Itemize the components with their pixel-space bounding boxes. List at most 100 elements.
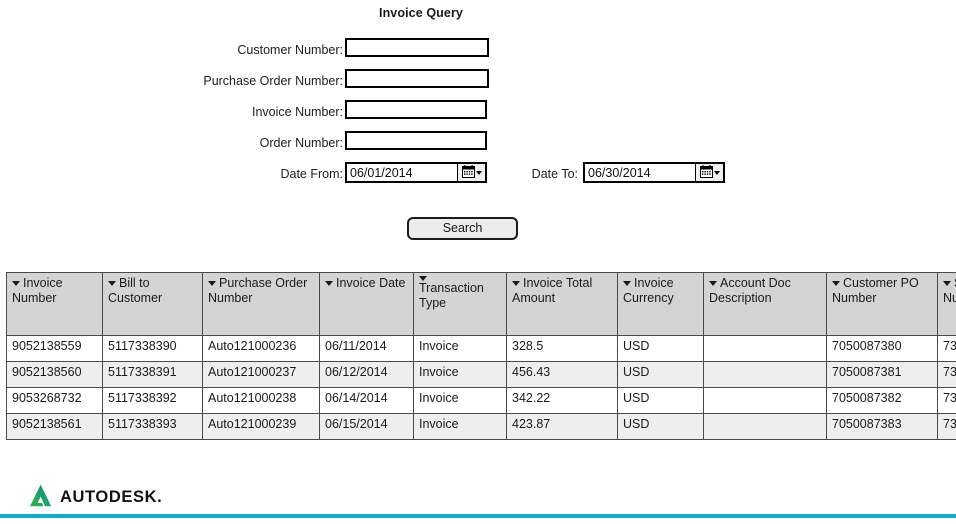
sort-caret-icon <box>832 281 840 286</box>
cell-bill-to-customer: 5117338393 <box>102 413 203 440</box>
cell-customer-po-number: 7050087380 <box>826 335 938 362</box>
column-header-invoice-total-amount[interactable]: Invoice Total Amount <box>506 272 618 336</box>
date-from-label: Date From: <box>280 167 343 181</box>
cell-customer-po-number: 7050087382 <box>826 387 938 414</box>
cell-invoice-date: 06/15/2014 <box>319 413 414 440</box>
cell-customer-po-number: 7050087383 <box>826 413 938 440</box>
cell-purchase-order-number: Auto121000239 <box>202 413 320 440</box>
column-label: Customer PO Number <box>832 276 919 305</box>
cell-invoice-number: 9052138559 <box>6 335 103 362</box>
order-number-label: Order Number: <box>259 136 343 150</box>
invoice-query-form: Customer Number: Purchase Order Number: … <box>0 38 956 193</box>
cell-invoice-number: 9053268732 <box>6 387 103 414</box>
date-to-picker-button[interactable] <box>695 164 723 181</box>
form-row-date-range: Date From: 06/01/2014 Date To: 06/30/201… <box>0 162 956 193</box>
sort-caret-icon <box>709 281 717 286</box>
cell-sales-order-number: 7355403750 <box>937 335 956 362</box>
column-label: Account Doc Description <box>709 276 791 305</box>
date-to-input[interactable] <box>585 164 695 181</box>
form-row-purchase-order-number: Purchase Order Number: <box>0 69 956 100</box>
sort-caret-icon <box>943 281 951 286</box>
search-button[interactable]: Search <box>407 217 518 240</box>
page-footer: AUTODESK. <box>0 457 956 524</box>
column-label: Purchase Order Number <box>208 276 308 305</box>
column-header-account-doc-description[interactable]: Account Doc Description <box>703 272 827 336</box>
invoice-number-label: Invoice Number: <box>251 105 343 119</box>
form-row-customer-number: Customer Number: <box>0 38 956 69</box>
cell-invoice-date: 06/12/2014 <box>319 361 414 388</box>
column-header-bill-to-customer[interactable]: Bill to Customer <box>102 272 203 336</box>
cell-invoice-total-amount: 456.43 <box>506 361 618 388</box>
cell-purchase-order-number: Auto121000236 <box>202 335 320 362</box>
column-header-transaction-type[interactable]: Transaction Type <box>413 272 507 336</box>
invoice-number-input[interactable] <box>345 100 487 119</box>
cell-account-doc-description <box>703 361 827 388</box>
cell-bill-to-customer: 5117338390 <box>102 335 203 362</box>
cell-invoice-date: 06/14/2014 <box>319 387 414 414</box>
cell-bill-to-customer: 5117338392 <box>102 387 203 414</box>
invoice-results-table: Invoice Number Bill to Customer Purchase… <box>6 272 956 440</box>
table-row[interactable]: 9052138560 5117338391 Auto121000237 06/1… <box>6 361 956 388</box>
sort-caret-icon <box>325 281 333 286</box>
date-to-label: Date To: <box>531 167 578 181</box>
purchase-order-number-label: Purchase Order Number: <box>203 74 343 88</box>
column-label: Invoice Total Amount <box>512 276 593 305</box>
cell-transaction-type: Invoice <box>413 335 507 362</box>
column-header-invoice-currency[interactable]: Invoice Currency <box>617 272 704 336</box>
cell-transaction-type: Invoice <box>413 413 507 440</box>
cell-transaction-type: Invoice <box>413 361 507 388</box>
cell-invoice-number: 9052138560 <box>6 361 103 388</box>
cell-invoice-date: 06/11/2014 <box>319 335 414 362</box>
column-label: Bill to Customer <box>108 276 163 305</box>
cell-account-doc-description <box>703 387 827 414</box>
sort-caret-icon <box>208 281 216 286</box>
date-from-input[interactable] <box>347 164 457 181</box>
column-header-invoice-date[interactable]: Invoice Date <box>319 272 414 336</box>
cell-bill-to-customer: 5117338391 <box>102 361 203 388</box>
table-row[interactable]: 9053268732 5117338392 Auto121000238 06/1… <box>6 387 956 414</box>
date-to-field[interactable] <box>583 162 725 183</box>
table-row[interactable]: 9052138559 5117338390 Auto121000236 06/1… <box>6 335 956 362</box>
cell-sales-order-number: 7355403751 <box>937 361 956 388</box>
cell-invoice-total-amount: 328.5 <box>506 335 618 362</box>
form-row-order-number: Order Number: <box>0 131 956 162</box>
column-header-customer-po-number[interactable]: Customer PO Number <box>826 272 938 336</box>
cell-invoice-currency: USD <box>617 335 704 362</box>
results-header-row: Invoice Number Bill to Customer Purchase… <box>6 272 956 336</box>
cell-sales-order-number: 7355403752 <box>937 387 956 414</box>
customer-number-input[interactable] <box>345 38 489 57</box>
cell-purchase-order-number: Auto121000237 <box>202 361 320 388</box>
column-label: Transaction Type <box>419 281 484 310</box>
column-header-sales-order-number[interactable]: Sales Order Number <box>937 272 956 336</box>
autodesk-wordmark: AUTODESK. <box>60 487 163 506</box>
cell-purchase-order-number: Auto121000238 <box>202 387 320 414</box>
form-row-invoice-number: Invoice Number: <box>0 100 956 131</box>
table-row[interactable]: 9052138561 5117338393 Auto121000239 06/1… <box>6 413 956 440</box>
cell-invoice-number: 9052138561 <box>6 413 103 440</box>
purchase-order-number-input[interactable] <box>345 69 489 88</box>
calendar-icon <box>699 164 713 181</box>
cell-invoice-currency: USD <box>617 361 704 388</box>
results-table-body: 9052138559 5117338390 Auto121000236 06/1… <box>6 335 956 440</box>
sort-caret-icon <box>108 281 116 286</box>
cell-invoice-currency: USD <box>617 413 704 440</box>
column-header-purchase-order-number[interactable]: Purchase Order Number <box>202 272 320 336</box>
chevron-down-icon <box>713 170 720 175</box>
sort-caret-icon <box>12 281 20 286</box>
cell-account-doc-description <box>703 413 827 440</box>
sort-caret-icon <box>623 281 631 286</box>
autodesk-logo: AUTODESK. <box>28 483 162 511</box>
customer-number-label: Customer Number: <box>237 43 343 57</box>
column-header-invoice-number[interactable]: Invoice Number <box>6 272 103 336</box>
autodesk-a-logo-icon <box>28 483 53 511</box>
cell-invoice-total-amount: 342.22 <box>506 387 618 414</box>
cell-invoice-currency: USD <box>617 387 704 414</box>
cell-customer-po-number: 7050087381 <box>826 361 938 388</box>
page-title: Invoice Query <box>379 6 463 20</box>
sort-caret-icon <box>512 281 520 286</box>
results-table-header: Invoice Number Bill to Customer Purchase… <box>6 272 956 336</box>
order-number-input[interactable] <box>345 131 487 150</box>
cell-sales-order-number: 7355403753 <box>937 413 956 440</box>
footer-accent-rule <box>0 514 956 518</box>
cell-account-doc-description <box>703 335 827 362</box>
